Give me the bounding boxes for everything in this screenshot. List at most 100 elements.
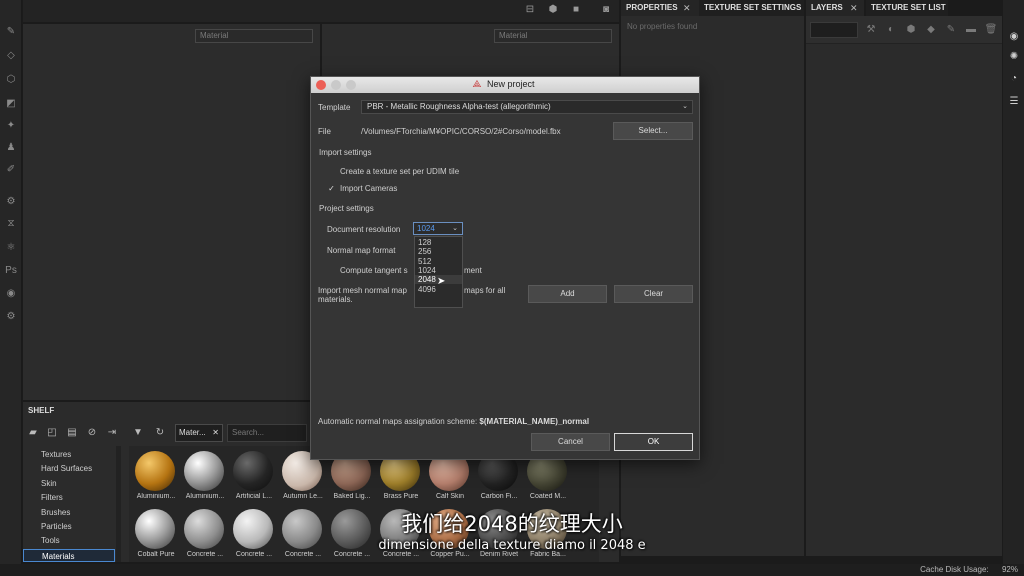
hide-icon[interactable]: ⊘ [85,426,99,440]
projection-icon[interactable]: ⬡ [3,72,19,88]
normal-scheme-row: Automatic normal maps assignation scheme… [318,417,589,426]
clone-stamp-icon[interactable]: ♟ [3,140,19,156]
resolution-option[interactable]: 256 [415,247,462,256]
template-value: PBR - Metallic Roughness Alpha-test (all… [367,102,551,111]
shelf-category-item[interactable]: Skin [23,477,115,490]
cache-label: Cache Disk Usage: [920,565,989,574]
no-properties-text: No properties found [627,22,698,31]
normal-scheme-label: Automatic normal maps assignation scheme… [318,417,478,426]
shelf-category-item[interactable]: Hard Surfaces [23,462,115,475]
filter-tag-close-icon[interactable]: ✕ [212,425,219,441]
screenshot-icon[interactable]: ◙ [599,3,613,17]
delete-layer-icon[interactable]: 🗑 [984,23,998,37]
import-mesh-normal-label: Import mesh normal map [318,286,407,295]
viewport-material-select-2d[interactable]: Material [494,29,612,43]
settings-gear-icon[interactable]: ⚙ [3,194,19,210]
effects-icon[interactable]: ⚛ [3,240,19,256]
filter-icon[interactable]: ▼ [131,426,145,440]
viewport-top-bar: ⊟ ⬢ ■ ◙ [23,0,619,22]
cube-view-icon[interactable]: ⬢ [546,3,560,17]
material-label: Aluminium... [185,493,225,500]
paint-brush-icon[interactable]: ✎ [3,24,19,40]
properties-close-icon[interactable]: ✕ [683,0,691,16]
compute-tangent-checkbox[interactable] [327,266,336,275]
layers-panel: ⚒ ◐ ⬢ ◆ ✎ ▬ 🗑 [806,16,1002,556]
mouse-cursor-icon: ➤ [437,276,446,287]
compute-tangent-label: Compute tangent s [340,266,408,275]
history-icon[interactable]: ◔ [1007,72,1021,86]
viewport-3d[interactable]: Material [23,24,320,400]
plugin-icon[interactable]: ⚙ [3,309,19,325]
viewport-material-select[interactable]: Material [195,29,313,43]
layers-toolbar: ⚒ ◐ ⬢ ◆ ✎ ▬ 🗑 [806,16,1002,44]
refresh-icon[interactable]: ↻ [153,426,167,440]
blend-mode-field[interactable] [810,22,858,38]
material-thumbnail[interactable]: Aluminium... [131,448,179,503]
log-icon[interactable]: ☰ [1007,95,1021,109]
layers-close-icon[interactable]: ✕ [850,0,858,16]
photoshop-icon[interactable]: Ps [3,263,19,279]
select-file-button[interactable]: Select... [613,122,693,140]
tab-texture-set-settings[interactable]: TEXTURE SET SETTINGS [699,0,804,16]
minimize-window-button[interactable] [331,80,341,90]
color-picker-icon[interactable]: ✐ [3,162,19,178]
cache-disk-usage: Cache Disk Usage: 92% [920,565,1018,574]
resolution-option[interactable]: 128 [415,238,462,247]
import-mesh-normal-label-line2: materials. [318,295,353,304]
shelf-search-input[interactable]: Search... [227,424,307,442]
folder-icon[interactable]: ▰ [26,426,40,440]
import-icon[interactable]: ⇥ [105,426,119,440]
close-window-button[interactable] [316,80,326,90]
file-label: File [318,127,331,136]
normal-map-format-label: Normal map format [327,246,396,255]
resolution-option[interactable]: 1024 [415,266,462,275]
material-thumbnail[interactable]: Artificial L... [229,448,277,503]
add-mask-icon[interactable]: ◐ [884,23,898,37]
material-thumbnail[interactable]: Aluminium... [180,448,228,503]
camera-icon[interactable]: ■ [569,3,583,17]
shelf-title: SHELF [28,406,55,415]
shelf-category-item[interactable]: Textures [23,448,115,461]
polygon-fill-icon[interactable]: ◩ [3,96,19,112]
split-view-icon[interactable]: ⊟ [523,3,537,17]
left-toolbar: ✎ ◇ ⬡ ◩ ✦ ♟ ✐ ⚙ ⧖ ⚛ Ps ◉ ⚙ [0,0,22,576]
udim-checkbox[interactable] [327,167,336,176]
resolution-option[interactable]: 512 [415,257,462,266]
file-path: /Volumes/FTorchia/M¥OPIC/CORSO/2#Corso/m… [361,127,561,136]
import-cameras-label: Import Cameras [340,184,398,193]
clear-button[interactable]: Clear [614,285,693,303]
document-resolution-value: 1024 [417,224,435,233]
subtitle-chinese: 我们给2048的纹理大小 [401,512,623,536]
material-label: Calf Skin [435,493,464,500]
smudge-icon[interactable]: ✦ [3,118,19,134]
bake-icon[interactable]: ⧖ [3,216,19,232]
save-icon[interactable]: ▤ [65,426,79,440]
filter-tag[interactable]: Mater... ✕ [175,424,223,442]
new-project-dialog: ⟁ New project Template PBR - Metallic Ro… [310,76,700,460]
cancel-button[interactable]: Cancel [531,433,610,451]
eraser-icon[interactable]: ◇ [3,48,19,64]
material-label: Aluminium... [136,493,176,500]
add-paint-layer-icon[interactable]: ✎ [944,23,958,37]
render-icon[interactable]: ◉ [3,286,19,302]
add-smart-layer-icon[interactable]: ⬢ [904,23,918,37]
add-fill-layer-icon[interactable]: ◆ [924,23,938,37]
new-folder-icon[interactable]: ◰ [45,426,59,440]
chevron-down-icon: ⌄ [452,225,458,232]
zoom-window-button[interactable] [346,80,356,90]
document-resolution-select[interactable]: 1024 ⌄ [413,222,463,235]
udim-checkbox-label: Create a texture set per UDIM tile [340,167,460,176]
add-effect-icon[interactable]: ⚒ [864,23,878,37]
display-settings-icon[interactable]: ◉ [1007,30,1021,44]
import-cameras-checkbox[interactable]: ✓ [327,184,336,193]
template-label: Template [318,103,351,112]
add-folder-icon[interactable]: ▬ [964,23,978,37]
shader-settings-icon[interactable]: ✺ [1007,50,1021,64]
shelf-category-item[interactable]: Filters [23,491,115,504]
project-settings-header: Project settings [319,204,374,213]
tab-texture-set-list[interactable]: TEXTURE SET LIST [866,0,948,16]
ok-button[interactable]: OK [614,433,693,451]
add-button[interactable]: Add [528,285,607,303]
template-select[interactable]: PBR - Metallic Roughness Alpha-test (all… [361,100,693,114]
filter-tag-label: Mater... [179,428,206,437]
